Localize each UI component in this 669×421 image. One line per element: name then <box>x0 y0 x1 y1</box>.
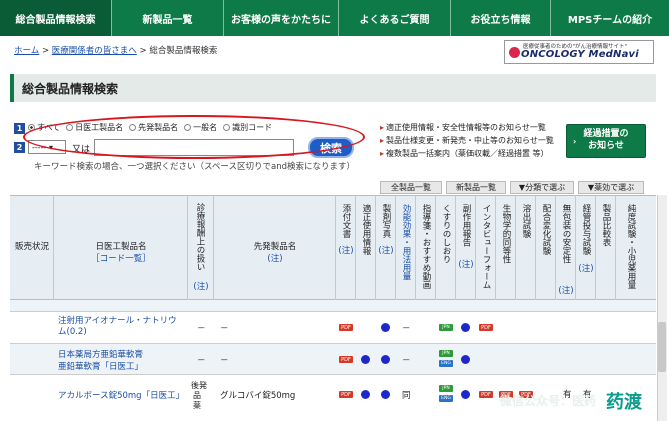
scrollbar-thumb[interactable] <box>658 322 666 372</box>
highlight-oval <box>23 115 365 159</box>
header-original-note[interactable]: (注) <box>220 252 330 264</box>
product-link-line2[interactable]: 亜鉛華軟膏「日医工」 <box>58 360 188 372</box>
sub-tab-all-products[interactable]: 全製品一覧 <box>380 181 442 194</box>
tab-faq[interactable]: よくあるご質問 <box>339 0 451 36</box>
efficacy-value: 同 <box>402 391 411 401</box>
notice-link-bulk[interactable]: ▸ 複数製品一括案内（薬価収載／経過措置 等） <box>380 147 554 160</box>
header-attach: 添付文書 <box>341 204 351 238</box>
notice-link-safety[interactable]: ▸ 適正使用情報・安全性情報等のお知らせ一覧 <box>380 121 554 134</box>
header-col-purity <box>616 195 656 300</box>
jpn-icon[interactable]: JPN <box>439 324 453 331</box>
watermark-brand: 药渡 <box>606 392 642 413</box>
side-dot-icon[interactable] <box>461 355 470 364</box>
product-link[interactable]: 注射用アイオナール・ナトリウム(0.2) <box>58 316 184 338</box>
header-original: 先発製品名 <box>253 242 297 252</box>
photo-dot-icon[interactable] <box>381 355 390 364</box>
logo-name: ONCOLOGY MedNavi <box>521 49 639 60</box>
step-2-badge: 2 <box>14 142 25 153</box>
header-status: 販売状況 <box>14 242 49 252</box>
header-insurance-note[interactable]: (注) <box>190 280 212 292</box>
tab-customer-voice[interactable]: お客様の声をかたちに <box>224 0 339 36</box>
header-compare: 製品比較表 <box>601 204 611 247</box>
photo-dot-icon[interactable] <box>381 390 390 399</box>
header-guidance: 指導箋・おすすめ動画 <box>421 204 431 289</box>
eng-icon[interactable]: ENG <box>439 360 453 367</box>
header-attach-note[interactable]: (注) <box>337 244 355 256</box>
header-purity: 純度試験・小児薬用量 <box>626 204 636 289</box>
breadcrumb-sep: > <box>41 46 50 56</box>
tab-product-search[interactable]: 総合製品情報検索 <box>0 0 112 36</box>
notice-link-spec-change[interactable]: ▸ 製品仕様変更・新発売・中止等のお知らせ一覧 <box>380 134 554 147</box>
vertical-scrollbar[interactable] <box>657 195 667 421</box>
notice-links: ▸ 適正使用情報・安全性情報等のお知らせ一覧 ▸ 製品仕様変更・新発売・中止等のお知… <box>380 121 554 160</box>
search-hint: キーワード検索の場合、一つ選択ください（スペース区切りでand検索になります） <box>34 162 355 172</box>
original-value: － <box>220 356 229 366</box>
tab-useful-info[interactable]: お役立ち情報 <box>451 0 551 36</box>
pdf-icon[interactable]: PDF <box>479 391 493 398</box>
header-photo-note[interactable]: (注) <box>377 244 395 256</box>
product-link-line1[interactable]: 日本薬局方亜鉛華軟膏 <box>58 348 188 360</box>
pdf-icon[interactable]: PDF <box>339 391 353 398</box>
jpn-icon[interactable]: JPN <box>439 385 453 392</box>
header-bioeq: 生物学的同等性 <box>501 204 511 264</box>
breadcrumb-sep-2: > <box>139 46 147 56</box>
header-open-stab: 無包装の安定性 <box>561 204 571 264</box>
table-row-spacer <box>10 300 656 312</box>
jpn-icon[interactable]: JPN <box>439 350 453 357</box>
insurance-value: － <box>197 324 206 334</box>
header-side: 副作用報告 <box>461 204 471 247</box>
side-dot-icon[interactable] <box>461 390 470 399</box>
sub-tab-by-category[interactable]: ▼分類で選ぶ <box>510 181 574 194</box>
proper-use-dot-icon[interactable] <box>361 355 370 364</box>
watermark-text: 微信公众号：医药 <box>500 394 597 408</box>
header-open-stab-note[interactable]: (注) <box>557 284 575 296</box>
logo-mark-icon <box>509 47 520 58</box>
insurance-value: － <box>197 356 206 366</box>
header-interview: インタビューフォーム <box>481 204 491 289</box>
transition-notice-button[interactable]: 経過措置の お知らせ › <box>566 124 646 158</box>
original-value: － <box>220 324 229 334</box>
sub-tabs: 全製品一覧 新製品一覧 ▼分類で選ぶ ▼薬効で選ぶ <box>380 181 644 194</box>
header-product: 日医工製品名 <box>95 242 147 252</box>
product-link[interactable]: アカルボース錠50mg「日医工」 <box>58 389 188 401</box>
original-value: グルコバイ錠50mg <box>220 391 296 401</box>
header-kusuri: くすりのしおり <box>441 204 451 264</box>
header-photo: 製剤写真 <box>381 204 391 238</box>
breadcrumb-medical[interactable]: 医療関係者の皆さまへ <box>52 46 137 56</box>
header-proper-use: 適正使用情報 <box>361 204 371 255</box>
step-1-badge: 1 <box>14 123 25 134</box>
header-tube-note[interactable]: (注) <box>577 262 595 274</box>
tab-new-products[interactable]: 新製品一覧 <box>112 0 224 36</box>
breadcrumb-home[interactable]: ホーム <box>14 46 39 56</box>
side-dot-icon[interactable] <box>461 323 470 332</box>
header-side-note[interactable]: (注) <box>457 258 475 270</box>
sub-tab-by-efficacy[interactable]: ▼薬効で選ぶ <box>578 181 644 194</box>
chevron-right-icon: › <box>573 137 577 146</box>
eng-icon[interactable]: ENG <box>439 395 453 402</box>
header-code-list-link[interactable]: ［コード一覧］ <box>60 252 182 264</box>
header-insurance: 診療報酬上の扱い <box>195 203 205 271</box>
header-dissolution: 溶出試験 <box>521 204 531 238</box>
breadcrumb: ホーム > 医療関係者の皆さまへ > 総合製品情報検索 <box>14 44 217 56</box>
oncology-mednavi-logo[interactable]: 医療従事者のための"がん治療情報サイト" ONCOLOGY MedNavi <box>504 40 654 64</box>
top-nav: 総合製品情報検索 新製品一覧 お客様の声をかたちに よくあるご質問 お役立ち情報… <box>0 0 669 36</box>
efficacy-value: － <box>402 324 411 334</box>
efficacy-value: － <box>402 356 411 366</box>
pdf-icon[interactable]: PDF <box>339 324 353 331</box>
pdf-icon[interactable]: PDF <box>479 324 493 331</box>
insurance-l3: 薬 <box>193 401 201 410</box>
header-tube: 経管投与試験 <box>581 204 591 255</box>
header-stability: 配合変化試験 <box>541 204 551 255</box>
tab-mps-team[interactable]: MPSチームの紹介 <box>551 0 669 36</box>
sub-tab-new-products[interactable]: 新製品一覧 <box>446 181 506 194</box>
page-title: 総合製品情報検索 <box>10 74 656 102</box>
photo-dot-icon[interactable] <box>381 323 390 332</box>
pdf-icon[interactable]: PDF <box>339 356 353 363</box>
breadcrumb-current: 総合製品情報検索 <box>149 46 218 56</box>
header-efficacy[interactable]: 効能効果・用法用量 <box>401 204 411 281</box>
proper-use-dot-icon[interactable] <box>361 390 370 399</box>
